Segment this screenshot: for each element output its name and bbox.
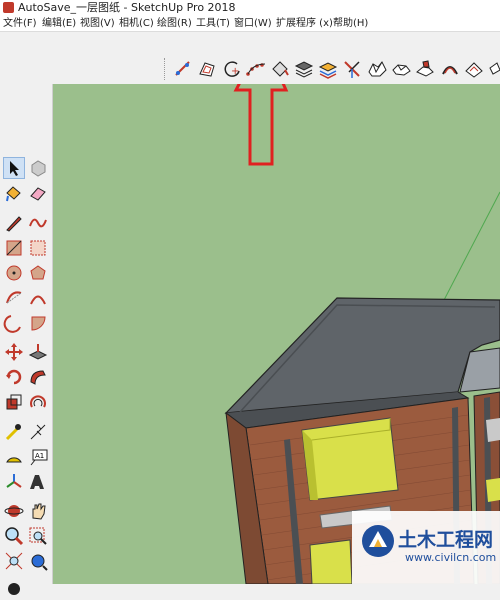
circle-icon[interactable] xyxy=(3,262,25,284)
add-detail-icon[interactable] xyxy=(463,58,485,80)
model-viewport[interactable] xyxy=(53,84,500,584)
offset-icon[interactable] xyxy=(196,58,218,80)
3d-text-icon[interactable] xyxy=(27,471,49,493)
paint-bucket-icon[interactable] xyxy=(269,58,291,80)
smoove-icon[interactable] xyxy=(390,58,412,80)
drape-icon[interactable] xyxy=(439,58,461,80)
menu-draw[interactable]: 绘图(R) xyxy=(157,16,192,31)
scale-icon[interactable] xyxy=(3,391,25,413)
freehand-icon[interactable] xyxy=(27,212,49,234)
flip-edge-icon[interactable] xyxy=(487,58,500,80)
tape-measure-icon[interactable] xyxy=(3,421,25,443)
walk-icon[interactable] xyxy=(27,550,49,572)
yellow-window-lower xyxy=(309,539,353,584)
arc-icon[interactable] xyxy=(3,287,25,309)
circle-icon[interactable]: + xyxy=(221,58,243,80)
menu-help[interactable]: 帮助(H) xyxy=(333,16,368,31)
title-bar: AutoSave_一层图纸 - SketchUp Pro 2018 xyxy=(0,0,500,16)
toolbar-grip[interactable] xyxy=(164,58,167,80)
menu-window[interactable]: 窗口(W) xyxy=(234,16,272,31)
zoom-icon[interactable] xyxy=(3,525,25,547)
paint-bucket-icon[interactable] xyxy=(3,182,25,204)
watermark-url: www.civilcn.com xyxy=(405,551,497,564)
follow-me-icon[interactable] xyxy=(172,58,194,80)
orbit-icon[interactable] xyxy=(3,500,25,522)
rotate-icon[interactable] xyxy=(3,366,25,388)
move-icon[interactable] xyxy=(3,341,25,363)
stamp-icon[interactable] xyxy=(414,58,436,80)
protractor-icon[interactable] xyxy=(3,446,25,468)
svg-text:+: + xyxy=(231,66,239,77)
arc-icon[interactable] xyxy=(245,58,267,80)
select-icon[interactable] xyxy=(3,157,25,179)
watermark: 土木工程网 www.civilcn.com xyxy=(352,511,500,584)
axes-icon[interactable] xyxy=(341,58,363,80)
rotated-rectangle-icon[interactable] xyxy=(27,237,49,259)
menu-edit[interactable]: 编辑(E) xyxy=(42,16,76,31)
push-pull-icon[interactable] xyxy=(27,341,49,363)
position-camera-icon[interactable] xyxy=(3,578,25,600)
civilcn-logo-icon xyxy=(362,525,394,557)
window-title: AutoSave_一层图纸 - SketchUp Pro 2018 xyxy=(18,1,236,14)
svg-text:A1: A1 xyxy=(35,452,44,460)
watermark-text: 土木工程网 xyxy=(398,529,494,551)
pencil-icon[interactable] xyxy=(3,212,25,234)
text-icon[interactable]: A1 xyxy=(27,446,49,468)
menu-extensions[interactable]: 扩展程序 (x) xyxy=(276,16,333,31)
green-axis-line xyxy=(442,191,500,303)
zoom-window-icon[interactable] xyxy=(27,525,49,547)
dimension-icon[interactable] xyxy=(27,421,49,443)
outliner-icon[interactable] xyxy=(317,58,339,80)
pan-icon[interactable] xyxy=(27,500,49,522)
zoom-extents-icon[interactable] xyxy=(3,550,25,572)
sketchup-app-icon xyxy=(3,2,14,13)
offset-icon[interactable] xyxy=(27,391,49,413)
polygon-icon[interactable] xyxy=(27,262,49,284)
red-arrow-annotation xyxy=(233,84,289,166)
component-icon[interactable] xyxy=(27,157,49,179)
pie-icon[interactable] xyxy=(27,312,49,334)
three-point-arc-icon[interactable] xyxy=(3,312,25,334)
menu-file[interactable]: 文件(F) xyxy=(3,16,37,31)
axes-icon[interactable] xyxy=(3,471,25,493)
menu-bar: 文件(F) 编辑(E) 视图(V) 相机(C) 绘图(R) 工具(T) 窗口(W… xyxy=(0,16,500,32)
two-point-arc-icon[interactable] xyxy=(27,287,49,309)
menu-camera[interactable]: 相机(C) xyxy=(119,16,154,31)
layers-icon[interactable] xyxy=(293,58,315,80)
menu-view[interactable]: 视图(V) xyxy=(80,16,115,31)
menu-tools[interactable]: 工具(T) xyxy=(196,16,230,31)
rectangle-icon[interactable] xyxy=(3,237,25,259)
eraser-icon[interactable] xyxy=(27,182,49,204)
follow-me-icon[interactable] xyxy=(27,366,49,388)
sandbox-icon[interactable] xyxy=(366,58,388,80)
